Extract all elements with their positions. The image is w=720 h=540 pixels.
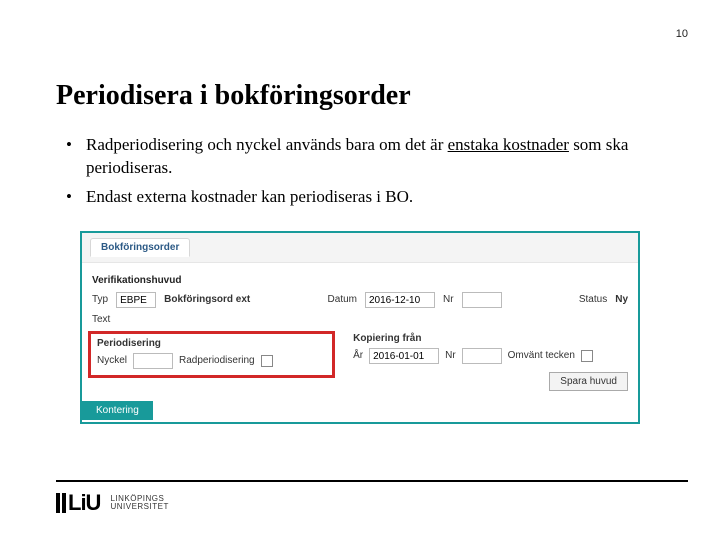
label-typ-desc: Bokföringsord ext bbox=[164, 294, 250, 305]
tab-kontering[interactable]: Kontering bbox=[82, 401, 153, 420]
bullet-item: Endast externa kostnader kan periodisera… bbox=[64, 186, 664, 209]
logo-text: LINKÖPINGS UNIVERSITET bbox=[110, 495, 168, 512]
input-nyckel[interactable] bbox=[133, 353, 173, 369]
label-nyckel: Nyckel bbox=[97, 355, 127, 366]
row-text: Text bbox=[92, 314, 628, 325]
save-button[interactable]: Spara huvud bbox=[549, 372, 628, 391]
checkbox-omvant[interactable] bbox=[581, 350, 593, 362]
input-nr2[interactable] bbox=[462, 348, 502, 364]
form-panel: Verifikationshuvud Typ EBPE Bokföringsor… bbox=[82, 263, 638, 422]
heading-kopiering: Kopiering från bbox=[353, 333, 628, 344]
label-nr: Nr bbox=[443, 294, 454, 305]
tab-bokforingsorder[interactable]: Bokföringsorder bbox=[90, 238, 190, 257]
label-omvant: Omvänt tecken bbox=[508, 350, 575, 361]
label-text: Text bbox=[92, 314, 110, 325]
tab-bar: Bokföringsorder bbox=[82, 233, 638, 263]
label-ar: År bbox=[353, 350, 363, 361]
value-status: Ny bbox=[615, 294, 628, 305]
slide-content: Periodisera i bokföringsorder Radperiodi… bbox=[0, 0, 720, 424]
row-nyckel: Nyckel Radperiodisering bbox=[97, 353, 326, 369]
label-radperiodisering: Radperiodisering bbox=[179, 355, 255, 366]
bullet-underline: enstaka kostnader bbox=[448, 135, 569, 154]
page-number: 10 bbox=[676, 28, 688, 40]
input-ar[interactable]: 2016-01-01 bbox=[369, 348, 439, 364]
section-verifikationshuvud: Verifikationshuvud bbox=[92, 275, 628, 286]
heading-periodisering: Periodisering bbox=[97, 338, 326, 349]
input-typ[interactable]: EBPE bbox=[116, 292, 156, 308]
columns: Periodisering Nyckel Radperiodisering Ko… bbox=[92, 331, 628, 391]
periodisering-box: Periodisering Nyckel Radperiodisering bbox=[88, 331, 335, 378]
row-typ: Typ EBPE Bokföringsord ext Datum 2016-12… bbox=[92, 292, 628, 308]
input-nr[interactable] bbox=[462, 292, 502, 308]
row-kopiering: År 2016-01-01 Nr Omvänt tecken bbox=[353, 348, 628, 364]
logo-icon: LiU bbox=[56, 490, 100, 516]
bullet-text: Endast externa kostnader kan periodisera… bbox=[86, 187, 413, 206]
label-nr2: Nr bbox=[445, 350, 456, 361]
checkbox-radperiodisering[interactable] bbox=[261, 355, 273, 367]
input-datum[interactable]: 2016-12-10 bbox=[365, 292, 435, 308]
label-typ: Typ bbox=[92, 294, 108, 305]
bullet-item: Radperiodisering och nyckel används bara… bbox=[64, 134, 664, 180]
save-row: Spara huvud bbox=[353, 372, 628, 391]
slide-title: Periodisera i bokföringsorder bbox=[56, 80, 664, 112]
bullet-list: Radperiodisering och nyckel används bara… bbox=[64, 134, 664, 209]
footer: LiU LINKÖPINGS UNIVERSITET bbox=[56, 480, 688, 516]
logo-line2: UNIVERSITET bbox=[110, 503, 168, 511]
app-screenshot: Bokföringsorder Verifikationshuvud Typ E… bbox=[80, 231, 640, 424]
kopiering-box: Kopiering från År 2016-01-01 Nr Omvänt t… bbox=[353, 331, 628, 391]
label-datum: Datum bbox=[328, 294, 357, 305]
label-status: Status bbox=[579, 294, 607, 305]
bullet-text: Radperiodisering och nyckel används bara… bbox=[86, 135, 448, 154]
